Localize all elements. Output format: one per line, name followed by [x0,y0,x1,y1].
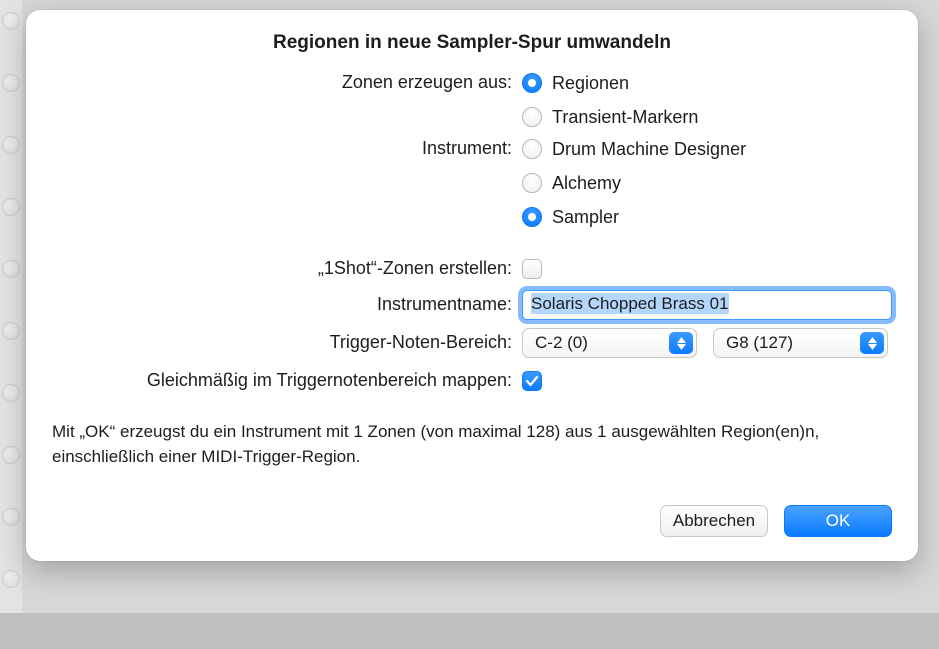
cancel-button-label: Abbrechen [673,511,755,531]
radio-item-transient-markers[interactable]: Transient-Markern [522,102,892,132]
dialog-title: Regionen in neue Sampler-Spur umwandeln [52,32,892,54]
radio-item-sampler[interactable]: Sampler [522,202,892,232]
cancel-button[interactable]: Abbrechen [660,505,768,537]
row-instrument-name: Instrumentname: Solaris Chopped Brass 01 [52,290,892,320]
label-trigger-range: Trigger-Noten-Bereich: [52,328,522,353]
stepper-arrows-icon [669,332,693,354]
label-zones-from: Zonen erzeugen aus: [52,68,522,93]
instrument-name-field[interactable]: Solaris Chopped Brass 01 [522,290,892,320]
row-trigger-range: Trigger-Noten-Bereich: C-2 (0) G8 (127) [52,328,892,358]
radio-label-regions: Regionen [552,73,629,94]
convert-regions-dialog: Regionen in neue Sampler-Spur umwandeln … [26,10,918,561]
radio-drum-machine-designer[interactable] [522,139,542,159]
background-bottom [0,613,939,649]
trigger-low-popup[interactable]: C-2 (0) [522,328,697,358]
dialog-form: Zonen erzeugen aus: Regionen Transient-M… [52,68,892,537]
radio-alchemy[interactable] [522,173,542,193]
row-instrument: Instrument: Drum Machine Designer Alchem… [52,134,892,232]
label-map-evenly: Gleichmäßig im Triggernotenbereich mappe… [52,366,522,391]
radio-label-alchemy: Alchemy [552,173,621,194]
label-instrument: Instrument: [52,134,522,159]
checkbox-one-shot[interactable] [522,259,542,279]
ok-button[interactable]: OK [784,505,892,537]
ok-button-label: OK [826,511,851,531]
instrument-name-value: Solaris Chopped Brass 01 [531,293,729,314]
label-one-shot: „1Shot“-Zonen erstellen: [52,254,522,279]
background-sidebar [0,0,22,649]
radio-sampler[interactable] [522,207,542,227]
stepper-arrows-icon [860,332,884,354]
checkbox-map-evenly[interactable] [522,371,542,391]
row-zones-from: Zonen erzeugen aus: Regionen Transient-M… [52,68,892,132]
trigger-high-popup[interactable]: G8 (127) [713,328,888,358]
trigger-low-value: C-2 (0) [535,333,588,353]
button-row: Abbrechen OK [52,505,892,537]
row-one-shot: „1Shot“-Zonen erstellen: [52,254,892,284]
radio-item-drum-machine-designer[interactable]: Drum Machine Designer [522,134,892,164]
radio-label-drum-machine-designer: Drum Machine Designer [552,139,746,160]
radio-label-sampler: Sampler [552,207,619,228]
radio-item-alchemy[interactable]: Alchemy [522,168,892,198]
radio-transient-markers[interactable] [522,107,542,127]
row-map-evenly: Gleichmäßig im Triggernotenbereich mappe… [52,366,892,396]
radio-regions[interactable] [522,73,542,93]
trigger-high-value: G8 (127) [726,333,793,353]
radio-item-regions[interactable]: Regionen [522,68,892,98]
radio-label-transient-markers: Transient-Markern [552,107,698,128]
info-text: Mit „OK“ erzeugst du ein Instrument mit … [52,420,892,469]
label-instrument-name: Instrumentname: [52,290,522,315]
